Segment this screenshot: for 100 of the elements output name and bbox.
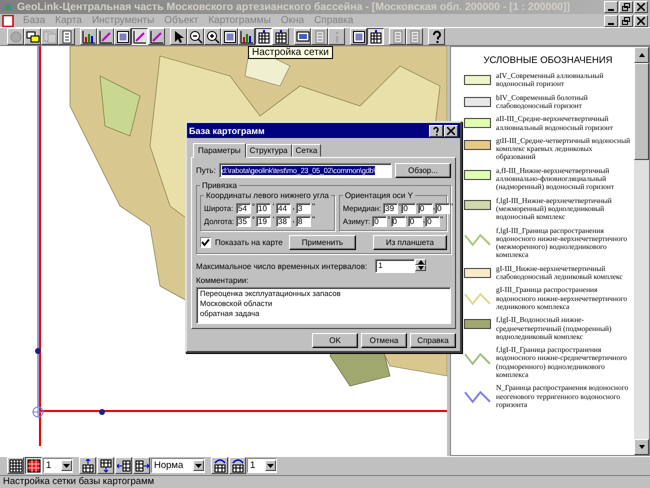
help-button[interactable]	[429, 124, 443, 136]
from-tablet-button[interactable]: Из планшета	[372, 235, 447, 250]
input-field[interactable]: 35	[236, 216, 251, 227]
grid-icon	[274, 30, 288, 44]
grid-icon	[26, 458, 40, 473]
unit-mark: '	[416, 203, 418, 211]
status-text: Настройка сетки базы картограмм	[3, 476, 154, 488]
scroll-thumb[interactable]	[634, 63, 649, 160]
minimize-button[interactable]	[604, 14, 618, 27]
dropdown[interactable]: 1	[247, 458, 277, 474]
input-field[interactable]: 0	[408, 216, 423, 227]
dropdown-arrow-icon	[195, 464, 202, 468]
help-button[interactable]: Справка	[410, 333, 456, 348]
toolbar-button[interactable]	[367, 28, 384, 46]
input-field[interactable]: 0	[435, 203, 450, 214]
down-arrow-icon	[638, 444, 646, 450]
groupbox-title: Координаты левого нижнего угла	[205, 191, 330, 200]
unit-mark: "	[311, 203, 316, 211]
row-down-icon	[98, 458, 112, 473]
dropdown[interactable]: 1	[43, 458, 73, 474]
unit-mark: °	[398, 203, 402, 211]
input-field[interactable]: 39	[383, 203, 398, 214]
comments-label: Комментарии:	[196, 276, 250, 285]
page-icon	[390, 30, 404, 44]
globe-icon	[8, 30, 22, 44]
page-icon	[60, 30, 74, 44]
minimize-icon	[608, 22, 614, 25]
dropdown[interactable]: Норма	[151, 458, 205, 474]
page-icon	[408, 30, 422, 44]
checkbox[interactable]	[200, 237, 211, 248]
chart-icon	[240, 30, 254, 44]
unit-mark: ,	[422, 216, 426, 224]
input-field[interactable]: 10	[256, 203, 271, 214]
input-field[interactable]: 0	[372, 216, 388, 227]
input-field[interactable]: 38	[276, 216, 291, 227]
path-label: Путь:	[196, 166, 216, 175]
pencil-icon	[98, 30, 112, 44]
globe-icon	[2, 1, 14, 13]
row-up-icon	[80, 458, 94, 473]
dropdown-arrow-icon	[63, 464, 70, 468]
check-icon	[201, 238, 210, 247]
pencil-icon	[132, 30, 146, 44]
tab[interactable]: Сетка	[292, 144, 322, 157]
unit-mark: °	[251, 203, 256, 211]
grid-icon	[368, 30, 382, 44]
zoom-in-icon	[206, 30, 220, 44]
browse-button[interactable]: Обзор...	[395, 163, 451, 178]
tab[interactable]: Параметры	[193, 143, 246, 158]
toolbar-button[interactable]	[255, 28, 272, 46]
ok-button[interactable]: OK	[312, 333, 358, 348]
input-field[interactable]: 0	[418, 203, 433, 214]
layers-icon	[26, 30, 40, 44]
unit-mark: '	[406, 216, 408, 224]
up-arrow-icon	[418, 260, 424, 264]
spin-field[interactable]: 1	[375, 259, 416, 273]
unit-mark: ,	[291, 203, 296, 211]
unit-mark: "	[450, 203, 453, 211]
cancel-button[interactable]: Отмена	[361, 333, 407, 348]
restore-button[interactable]	[619, 1, 633, 13]
tooltip: Настройка сетки	[248, 46, 333, 59]
toolbar-button[interactable]	[131, 28, 148, 46]
input-field[interactable]: 44	[276, 203, 291, 214]
grid-icon	[8, 458, 22, 473]
pencil-icon	[150, 30, 164, 44]
close-button[interactable]	[634, 1, 648, 13]
unit-mark: °	[251, 216, 256, 224]
tab[interactable]: Структура	[246, 144, 292, 157]
groupbox-title: Привязка	[201, 181, 238, 190]
close-icon	[637, 16, 645, 25]
minimize-button[interactable]	[604, 1, 618, 13]
input-field[interactable]: 8	[296, 216, 311, 227]
zoom-out-icon	[188, 30, 202, 44]
help-icon	[431, 126, 441, 136]
unit-mark: '	[272, 216, 276, 224]
unit-mark: '	[272, 203, 276, 211]
unit-mark: °	[387, 216, 390, 224]
close-icon	[637, 3, 645, 11]
frame-icon	[116, 30, 130, 44]
unit-mark: ,	[432, 203, 436, 211]
unit-mark: "	[440, 216, 443, 224]
input-field[interactable]: 0	[401, 203, 416, 214]
screen-icon	[296, 30, 310, 44]
toolbar-button[interactable]	[25, 457, 42, 474]
unit-mark: ,	[291, 216, 296, 224]
input-field[interactable]: 54	[236, 203, 251, 214]
close-button[interactable]	[444, 124, 458, 136]
input-field[interactable]: 3	[296, 203, 311, 214]
rotate-right-icon	[230, 458, 244, 473]
close-icon	[447, 126, 455, 134]
copy-icon	[42, 30, 56, 44]
apply-button[interactable]: Применить	[288, 235, 356, 250]
grid-icon	[256, 30, 270, 44]
input-field[interactable]: 19	[256, 216, 271, 227]
down-arrow-icon	[418, 266, 424, 270]
rotate-left-icon	[212, 458, 226, 473]
restore-button[interactable]	[619, 14, 633, 27]
input-field[interactable]: 0	[425, 216, 440, 227]
scrollbar[interactable]	[634, 47, 649, 456]
close-button[interactable]	[634, 14, 648, 27]
max-intervals-label: Максимальное число временных интервалов:	[196, 262, 368, 270]
